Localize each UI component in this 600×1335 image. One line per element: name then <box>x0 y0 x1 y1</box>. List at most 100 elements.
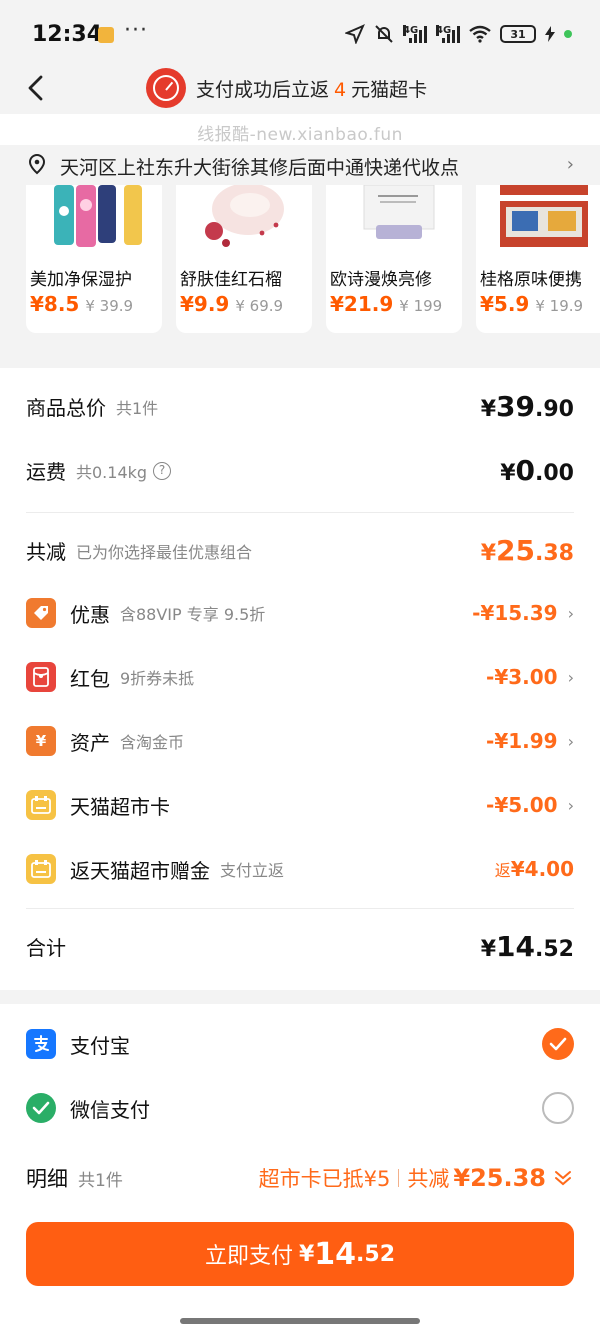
mute-bell-icon <box>375 25 393 43</box>
discount-total-amount: ¥25.38 <box>480 534 574 567</box>
discount-label: 红包 <box>70 666 110 691</box>
alarm-clock-icon <box>146 68 186 108</box>
pay-now-label: 立即支付 <box>204 1244 293 1269</box>
double-chevron-down-icon[interactable] <box>552 1167 574 1189</box>
discount-label: 资产 <box>70 730 110 755</box>
product-name: 舒肤佳红石榴 <box>180 270 282 290</box>
grand-total-label: 合计 <box>26 936 66 960</box>
order-summary: 商品总价 共1件 ¥39.90 运费 共0.14kg ? ¥0.00 共减 已为… <box>0 368 600 990</box>
help-question-icon[interactable]: ? <box>153 461 172 480</box>
chevron-right-icon: › <box>566 154 574 175</box>
discount-row-assets[interactable]: ¥ 资产 含淘金币 -¥1.99 › <box>26 726 574 756</box>
product-original-price: ¥ 69.9 <box>235 297 284 315</box>
notification-app-icon <box>98 27 114 43</box>
divider <box>26 908 574 909</box>
product-original-price: ¥ 39.9 <box>85 297 134 315</box>
payment-label: 支付宝 <box>70 1033 130 1058</box>
wechat-pay-icon <box>26 1093 56 1123</box>
product-price: ¥5.9 <box>480 292 530 316</box>
discount-total-row: 共减 已为你选择最佳优惠组合 ¥25.38 <box>26 534 574 567</box>
cashback-label: 返天猫超市赠金 <box>70 858 210 883</box>
product-price: ¥8.5 <box>30 292 80 316</box>
product-name: 欧诗漫焕亮修 <box>330 270 432 290</box>
discount-label: 天猫超市卡 <box>70 794 170 819</box>
supermarket-card-icon <box>26 790 56 820</box>
signal-strength-icon: 4G <box>403 25 427 43</box>
status-bar: 12:34 ··· 4G 4G 31 <box>0 0 600 64</box>
discount-amount: -¥5.00 <box>486 793 558 817</box>
goods-total-label: 商品总价 <box>26 396 106 420</box>
radio-unchecked-icon[interactable] <box>542 1092 574 1124</box>
watermark: 线报酷-new.xianbao.fun <box>197 125 403 145</box>
payment-label: 微信支付 <box>70 1097 150 1122</box>
recommendation-strip: 美加净保湿护 ¥8.5 ¥ 39.9 舒肤佳红石榴 ¥9.9 ¥ 69.9 欧诗漫焕… <box>0 185 600 355</box>
cashback-promo-banner: 支付成功后立返 4 元猫超卡 <box>146 68 427 108</box>
section-gap <box>0 355 600 368</box>
discount-hint: 已为你选择最佳优惠组合 <box>76 542 253 562</box>
product-image <box>500 185 588 247</box>
grand-total-amount: ¥14.52 <box>480 930 574 963</box>
product-name: 桂格原味便携 <box>480 270 582 290</box>
charging-icon <box>545 26 555 42</box>
battery-icon: 31 <box>500 25 536 43</box>
product-card[interactable]: 欧诗漫焕亮修 ¥21.9 ¥ 199 <box>326 185 462 333</box>
product-name: 美加净保湿护 <box>30 270 132 290</box>
delivery-address[interactable]: 天河区上社东升大街徐其修后面中通快递代收点 › <box>0 145 600 185</box>
grand-total-row: 合计 ¥14.52 <box>26 930 574 963</box>
discount-detail: 9折券未抵 <box>120 669 195 688</box>
product-card[interactable]: 桂格原味便携 ¥5.9 ¥ 19.9 <box>476 185 600 333</box>
product-image <box>363 185 435 239</box>
product-image <box>54 185 142 247</box>
radio-checked-icon[interactable] <box>542 1028 574 1060</box>
order-detail-row[interactable]: 明细 共1件 超市卡已抵¥5 共减 ¥25.38 <box>26 1163 574 1193</box>
address-text: 天河区上社东升大街徐其修后面中通快递代收点 <box>60 157 460 179</box>
cashback-row: 返天猫超市赠金 支付立返 返¥4.00 <box>26 854 574 884</box>
payment-wechat[interactable]: 微信支付 <box>26 1092 574 1124</box>
discount-label: 优惠 <box>70 602 110 627</box>
back-arrow-icon[interactable] <box>22 73 52 103</box>
chevron-right-icon: › <box>567 667 574 687</box>
divider <box>26 512 574 513</box>
payment-alipay[interactable]: 支付宝 <box>26 1028 574 1060</box>
supermarket-card-deducted: 超市卡已抵¥5 <box>258 1167 391 1191</box>
yuan-coin-icon: ¥ <box>26 726 56 756</box>
detail-count: 共1件 <box>78 1170 123 1191</box>
shipping-label: 运费 <box>26 460 66 484</box>
product-original-price: ¥ 199 <box>399 297 443 315</box>
red-packet-icon <box>26 662 56 692</box>
product-price: ¥21.9 <box>330 292 394 316</box>
discount-amount: -¥15.39 <box>472 601 558 625</box>
shipping-amount: ¥0.00 <box>500 454 574 487</box>
discount-row-red-packet[interactable]: 红包 9折券未抵 -¥3.00 › <box>26 662 574 692</box>
status-time: 12:34 <box>32 22 103 47</box>
goods-total-row: 商品总价 共1件 ¥39.90 <box>26 390 574 423</box>
location-pin-icon <box>28 153 46 175</box>
discount-row-supermarket-card[interactable]: 天猫超市卡 -¥5.00 › <box>26 790 574 820</box>
discount-amount: -¥3.00 <box>486 665 558 689</box>
supermarket-card-icon <box>26 854 56 884</box>
product-price: ¥9.9 <box>180 292 230 316</box>
tag-icon <box>26 598 56 628</box>
product-original-price: ¥ 19.9 <box>535 297 584 315</box>
goods-total-amount: ¥39.90 <box>480 390 574 423</box>
more-notifications-icon: ··· <box>124 18 148 43</box>
discount-row-promotion[interactable]: 优惠 含88VIP 专享 9.5折 -¥15.39 › <box>26 598 574 628</box>
signal-strength-icon-2: 4G <box>436 25 460 43</box>
home-indicator[interactable] <box>180 1318 420 1324</box>
discount-detail: 含88VIP 专享 9.5折 <box>120 605 266 624</box>
chevron-right-icon: › <box>567 731 574 751</box>
discount-total-label: 共减 <box>26 540 66 564</box>
cashback-detail: 支付立返 <box>220 861 285 880</box>
alipay-icon <box>26 1029 56 1059</box>
wifi-icon <box>469 25 491 43</box>
detail-savings: 超市卡已抵¥5 共减 ¥25.38 <box>259 1163 574 1193</box>
product-card[interactable]: 美加净保湿护 ¥8.5 ¥ 39.9 <box>26 185 162 333</box>
discount-amount: -¥1.99 <box>486 729 558 753</box>
location-arrow-icon <box>345 24 365 44</box>
chevron-right-icon: › <box>567 795 574 815</box>
product-card[interactable]: 舒肤佳红石榴 ¥9.9 ¥ 69.9 <box>176 185 312 333</box>
saved-amount: ¥25.38 <box>453 1164 546 1192</box>
pay-now-button[interactable]: 立即支付 ¥14.52 <box>26 1222 574 1286</box>
cashback-amount: 返¥4.00 <box>494 857 574 881</box>
goods-count: 共1件 <box>116 398 159 418</box>
